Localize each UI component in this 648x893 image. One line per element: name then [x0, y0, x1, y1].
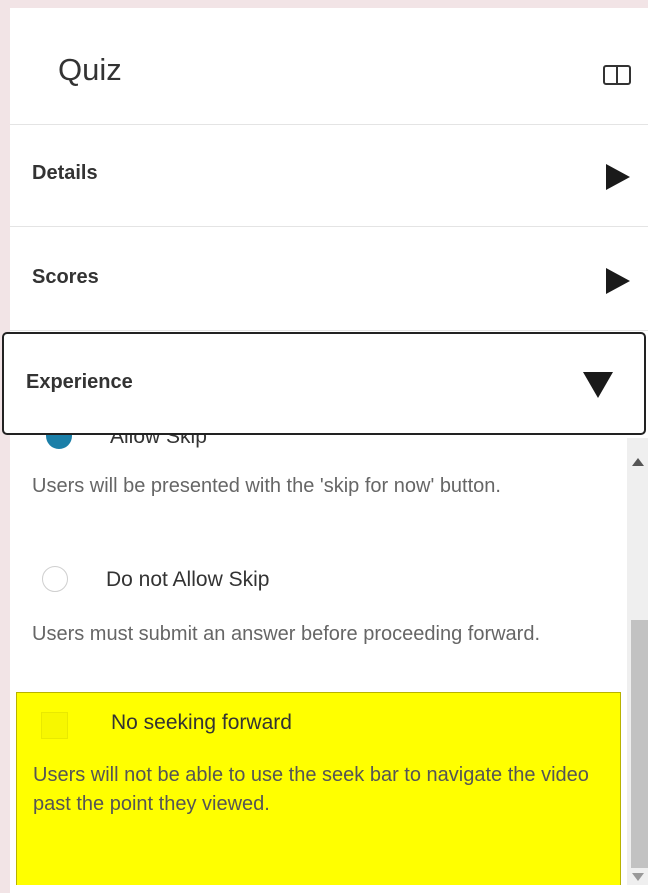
triangle-down-icon	[583, 372, 613, 398]
experience-content: Allow Skip Users will be presented with …	[10, 435, 625, 885]
panel-header: Quiz	[10, 8, 648, 125]
no-seek-highlight: No seeking forward Users will not be abl…	[16, 692, 621, 885]
scrollbar-thumb[interactable]	[631, 620, 648, 868]
scroll-up-arrow-icon[interactable]	[632, 458, 644, 466]
section-details[interactable]: Details	[10, 124, 648, 227]
radio-label-do-not-allow-skip: Do not Allow Skip	[106, 568, 270, 591]
no-seek-description: Users will not be able to use the seek b…	[33, 764, 589, 815]
section-experience[interactable]: Experience	[2, 332, 646, 435]
radio-button-do-not-allow-skip[interactable]	[42, 566, 68, 592]
panel-title: Quiz	[58, 52, 122, 87]
scroll-down-arrow-icon[interactable]	[632, 873, 644, 881]
do-not-allow-skip-description: Users must submit an answer before proce…	[32, 623, 541, 645]
radio-label-allow-skip: Allow Skip	[110, 435, 207, 448]
radio-button-allow-skip[interactable]	[46, 435, 72, 449]
section-scores[interactable]: Scores	[10, 228, 648, 331]
section-scores-label: Scores	[32, 266, 99, 288]
section-experience-label: Experience	[26, 371, 133, 393]
content-scrollbar[interactable]	[627, 438, 648, 885]
panel-layout-icon[interactable]	[601, 63, 633, 87]
allow-skip-description: Users will be presented with the 'skip f…	[32, 475, 501, 497]
no-seek-checkbox[interactable]	[41, 712, 68, 739]
no-seek-label[interactable]: No seeking forward	[111, 711, 292, 735]
section-details-label: Details	[32, 162, 98, 184]
triangle-right-icon	[606, 164, 630, 190]
triangle-right-icon	[606, 268, 630, 294]
